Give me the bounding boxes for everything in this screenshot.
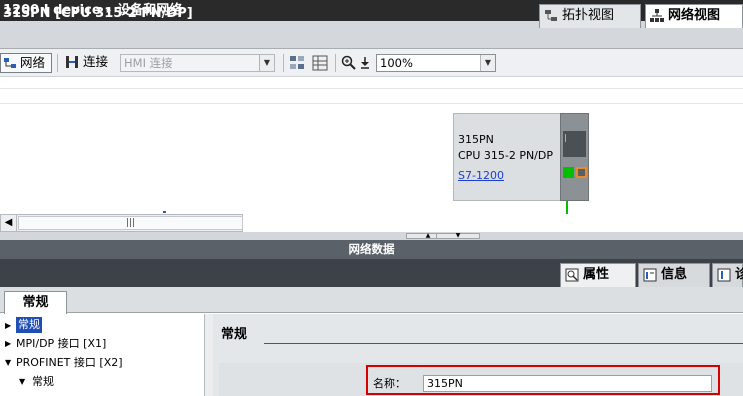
canvas-gridline bbox=[0, 88, 743, 89]
scroll-thumb[interactable]: ||| bbox=[18, 216, 243, 230]
collapse-arrow-icon[interactable]: ▼ bbox=[5, 353, 11, 372]
panel-splitter[interactable]: ▲ ▼ bbox=[0, 232, 743, 240]
grid-view-icon[interactable] bbox=[312, 55, 328, 71]
tab-topology-label: 拓扑视图 bbox=[562, 8, 615, 23]
expand-arrow-icon[interactable]: ▶ bbox=[5, 316, 11, 335]
info-icon bbox=[643, 268, 657, 282]
tree-item-general[interactable]: ▶ 常规 bbox=[0, 316, 204, 335]
canvas-marker bbox=[163, 211, 166, 213]
tree-item-label: 常规 bbox=[32, 375, 54, 388]
diagnostics-icon bbox=[717, 268, 731, 282]
topology-icon bbox=[545, 10, 557, 21]
toolbar-divider bbox=[335, 54, 336, 72]
connect-label: 连接 bbox=[83, 54, 109, 69]
zoom-in-icon[interactable] bbox=[341, 55, 357, 71]
chevron-down-icon: ▼ bbox=[480, 55, 495, 71]
connect-icon bbox=[66, 56, 78, 68]
profinet-port-icon[interactable] bbox=[576, 167, 587, 178]
section-title: 常规 bbox=[221, 327, 248, 342]
name-label: 名称： bbox=[373, 377, 406, 390]
device-rack[interactable] bbox=[560, 113, 589, 201]
tab-info-label: 信息 bbox=[661, 267, 688, 282]
splitter-down-icon[interactable]: ▼ bbox=[436, 233, 480, 239]
network-mode-icon bbox=[4, 58, 16, 68]
tree-item-label: PROFINET 接口 [X2] bbox=[16, 356, 123, 369]
tab-info[interactable]: 信息 bbox=[638, 263, 710, 287]
inspector-title: 315PN [CPU 315-2 PN/DP] bbox=[3, 6, 193, 21]
tab-topology-view[interactable]: 拓扑视图 bbox=[539, 4, 641, 28]
device-name: 315PN bbox=[458, 133, 494, 146]
zoom-dropdown-icon[interactable] bbox=[359, 56, 371, 70]
network-canvas[interactable] bbox=[0, 77, 743, 214]
network-mode-button[interactable]: 网络 bbox=[0, 53, 52, 73]
subnet-link[interactable]: S7-1200 bbox=[458, 169, 504, 182]
tree-item-label: 常规 bbox=[16, 317, 42, 333]
section-divider bbox=[264, 343, 743, 344]
tree-item-profinet[interactable]: ▼ PROFINET 接口 [X2] bbox=[0, 353, 204, 372]
tree-item-profinet-general[interactable]: ▼ 常规 bbox=[0, 372, 204, 391]
toolbar-divider bbox=[283, 54, 284, 72]
network-icon bbox=[650, 9, 664, 22]
name-field[interactable] bbox=[423, 375, 712, 392]
tab-properties[interactable]: 属性 bbox=[560, 263, 636, 287]
panel-gap bbox=[205, 314, 213, 396]
tab-properties-label: 属性 bbox=[583, 267, 610, 282]
tab-network-label: 网络视图 bbox=[668, 8, 721, 23]
network-data-bar[interactable]: 网络数据 bbox=[0, 240, 743, 259]
collapse-arrow-icon[interactable]: ▼ bbox=[19, 372, 25, 391]
tree-item-label: MPI/DP 接口 [X1] bbox=[16, 337, 107, 350]
tab-network-view[interactable]: 网络视图 bbox=[645, 4, 743, 28]
chevron-down-icon: ▼ bbox=[259, 55, 274, 71]
network-mode-label: 网络 bbox=[20, 55, 46, 70]
connection-type-value: HMI 连接 bbox=[124, 56, 173, 70]
zoom-value: 100% bbox=[380, 56, 413, 70]
canvas-gridline bbox=[0, 103, 743, 104]
expand-arrow-icon[interactable]: ▶ bbox=[5, 334, 11, 353]
connect-button[interactable]: 连接 bbox=[63, 53, 115, 73]
tab-diagnostics-label: 诊 bbox=[735, 267, 743, 282]
properties-icon bbox=[565, 268, 579, 282]
device-view-icon[interactable] bbox=[289, 55, 305, 71]
zoom-select[interactable]: 100% ▼ bbox=[376, 54, 496, 72]
toolbar-divider bbox=[57, 54, 58, 72]
tab-general[interactable]: 常规 bbox=[4, 291, 67, 314]
scroll-left-icon[interactable]: ◀ bbox=[1, 215, 17, 231]
device-type: CPU 315-2 PN/DP bbox=[458, 149, 553, 162]
module-slot-mark bbox=[565, 134, 569, 142]
properties-subtabbar bbox=[0, 287, 743, 313]
tree-item-mpi-dp[interactable]: ▶ MPI/DP 接口 [X1] bbox=[0, 334, 204, 353]
profinet-line bbox=[566, 201, 568, 214]
connection-type-select[interactable]: HMI 连接 ▼ bbox=[120, 54, 275, 72]
horizontal-scrollbar[interactable]: ◀ ||| bbox=[0, 214, 243, 232]
status-led-green bbox=[563, 167, 574, 178]
tab-diagnostics[interactable]: 诊 bbox=[712, 263, 743, 287]
